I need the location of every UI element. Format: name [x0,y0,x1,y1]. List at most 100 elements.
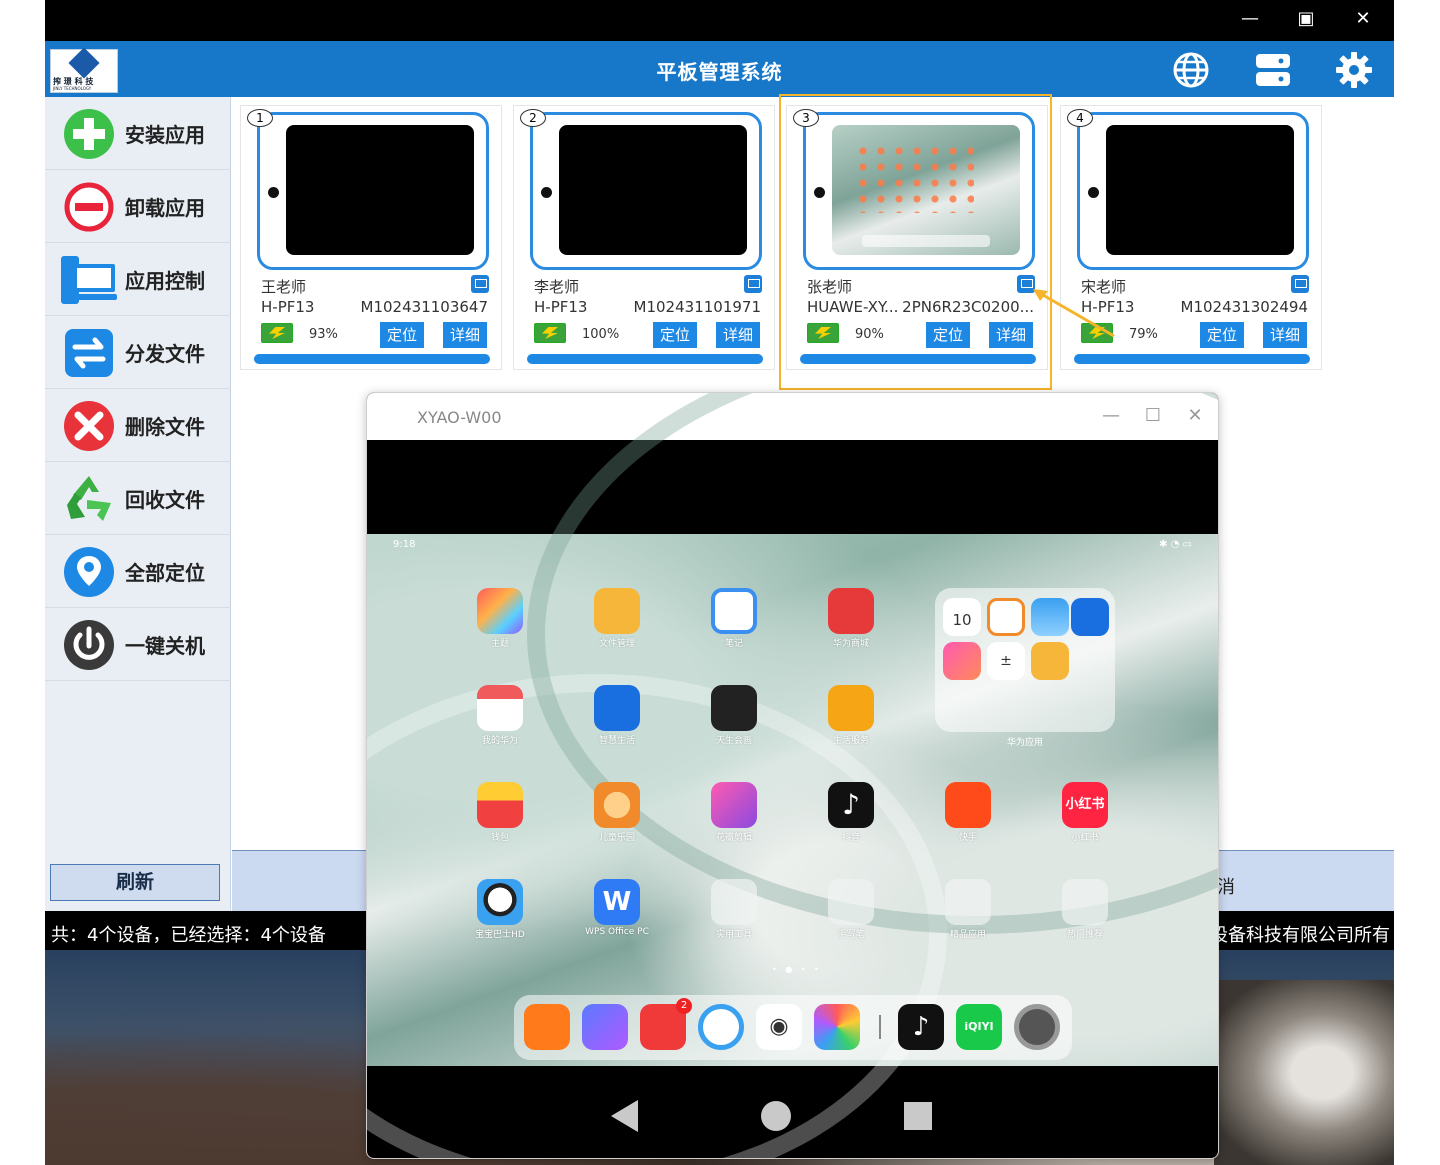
tablet-preview [530,112,762,270]
tablet-clock: 9:18 [393,539,416,550]
monkey-icon [594,782,640,828]
maximize-button[interactable]: ▣ [1291,8,1321,29]
app-my-huawei[interactable]: 我的华为 [460,685,540,746]
app-files[interactable]: 文件管理 [577,588,657,649]
mail-icon [1071,598,1109,636]
sidebar-item-delete-files[interactable]: 删除文件 [45,389,231,462]
sidebar-item-distribute-files[interactable]: 分发文件 [45,316,231,389]
music-icon[interactable] [582,1004,628,1050]
app-kids[interactable]: 儿童乐园 [577,782,657,843]
device-serial: 2PN6R23C0200... [902,298,1034,316]
video-icon[interactable] [524,1004,570,1050]
battery-level: 93% [309,327,338,342]
book-icon[interactable]: 2 [640,998,692,1050]
folder-featured[interactable]: 精品应用 [928,879,1008,940]
calculator-icon: ± [987,642,1025,680]
screen-cast-icon[interactable] [1017,275,1035,293]
gem-icon [1031,642,1069,680]
petal-clip-icon [711,782,757,828]
device-status-bar [1074,354,1310,364]
tablet-preview [257,112,489,270]
sidebar-item-label: 安装应用 [125,123,205,147]
sidebar-item-uninstall-app[interactable]: 卸载应用 [45,170,231,243]
browser-icon[interactable] [698,1004,744,1050]
detail-button[interactable]: 详细 [716,322,760,348]
tablet-preview [1077,112,1309,270]
sidebar-item-install-app[interactable]: 安装应用 [45,97,231,170]
detail-button[interactable]: 详细 [989,322,1033,348]
minimize-button[interactable]: — [1235,8,1265,29]
device-card[interactable]: 3 张老师 HUAWE-XY... 2PN6R23C0200... 90% 定位… [786,105,1048,370]
app-kuaishou[interactable]: 快手 [928,782,1008,843]
screen-cast-icon[interactable] [471,275,489,293]
minus-circle-icon [64,182,114,232]
folder-tools[interactable]: 实用工具 [694,879,774,940]
screen-cast-icon[interactable] [744,275,762,293]
app-theme[interactable]: 主题 [460,588,540,649]
cancel-label[interactable]: 消 [1217,873,1235,899]
device-model: H-PF13 [534,298,588,316]
folder-huawei-apps[interactable]: 10 ± [935,588,1115,732]
folder-icon [711,879,757,925]
screen-cast-icon[interactable] [1291,275,1309,293]
camera-icon[interactable]: ◉ [756,1004,802,1050]
locate-button[interactable]: 定位 [1200,322,1244,348]
sidebar-item-label: 分发文件 [125,342,205,366]
app-life-service[interactable]: 生活服务 [811,685,891,746]
device-owner: 张老师 [807,278,853,296]
app-notes[interactable]: 笔记 [694,588,774,649]
app-douyin[interactable]: ♪ 抖音 [811,782,891,843]
server-icon[interactable] [1254,51,1292,89]
locate-button[interactable]: 定位 [380,322,424,348]
sidebar-item-app-control[interactable]: 应用控制 [45,243,231,316]
plus-circle-icon [64,109,114,159]
tiktok-icon: ♪ [828,782,874,828]
tablet-status-icons: ✱ ◔ ▭ [1159,539,1192,550]
sidebar-item-label: 应用控制 [125,269,205,293]
recents-nav-button[interactable] [904,1102,932,1130]
tablet-preview [803,112,1035,270]
iqiyi-icon[interactable]: iQIYI [956,1004,1002,1050]
settings-icon[interactable] [1014,1004,1060,1050]
sidebar-item-locate-all[interactable]: 全部定位 [45,535,231,608]
device-serial: M102431103647 [360,298,488,316]
device-model: HUAWE-XY... [807,298,899,316]
device-model: H-PF13 [1081,298,1135,316]
app-smart-life[interactable]: 智慧生活 [577,685,657,746]
folder-hot[interactable]: 热门推荐 [1045,879,1125,940]
device-card[interactable]: 2 李老师 H-PF13 M102431101971 100% 定位 详细 [513,105,775,370]
tablet-screen[interactable]: 9:18 ✱ ◔ ▭ 主题 文件管理 笔记 华为商城 我的华为 智慧生活 天生会… [367,393,1218,1158]
folder-icon [1062,879,1108,925]
app-xiaohongshu[interactable]: 小红书 小红书 [1045,782,1125,843]
close-button[interactable]: ✕ [1348,8,1378,29]
globe-icon[interactable] [1172,51,1210,89]
device-card[interactable]: 1 王老师 H-PF13 M102431103647 93% 定位 详细 [240,105,502,370]
back-nav-button[interactable] [611,1100,638,1132]
sidebar-item-shutdown[interactable]: 一键关机 [45,608,231,681]
app-wallet[interactable]: 钱包 [460,782,540,843]
gear-icon[interactable] [1335,51,1373,89]
tiktok-icon[interactable]: ♪ [898,1004,944,1050]
mirror-window-title: XYAO-W00 [417,408,502,427]
smart-life-icon [594,685,640,731]
device-owner: 王老师 [261,278,307,296]
locate-button[interactable]: 定位 [653,322,697,348]
refresh-button[interactable]: 刷新 [50,864,220,901]
wps-icon: W [594,879,640,925]
app-babybus[interactable]: 宝宝巴士HD [460,879,540,940]
sidebar-item-label: 卸载应用 [125,196,205,220]
detail-button[interactable]: 详细 [1263,322,1307,348]
folder-stylus[interactable]: 手写笔 [811,879,891,940]
detail-button[interactable]: 详细 [443,322,487,348]
photos-icon[interactable] [814,1004,860,1050]
home-nav-button[interactable] [761,1101,791,1131]
app-drawing[interactable]: 天生会画 [694,685,774,746]
locate-button[interactable]: 定位 [926,322,970,348]
sidebar-item-recycle-files[interactable]: 回收文件 [45,462,231,535]
app-wps[interactable]: W WPS Office PC [577,879,657,937]
device-card[interactable]: 4 宋老师 H-PF13 M102431302494 79% 定位 详细 [1060,105,1322,370]
notification-badge: 2 [676,998,692,1014]
battery-level: 79% [1129,327,1158,342]
app-petal-clip[interactable]: 花瓣剪辑 [694,782,774,843]
app-vmall[interactable]: 华为商城 [811,588,891,649]
